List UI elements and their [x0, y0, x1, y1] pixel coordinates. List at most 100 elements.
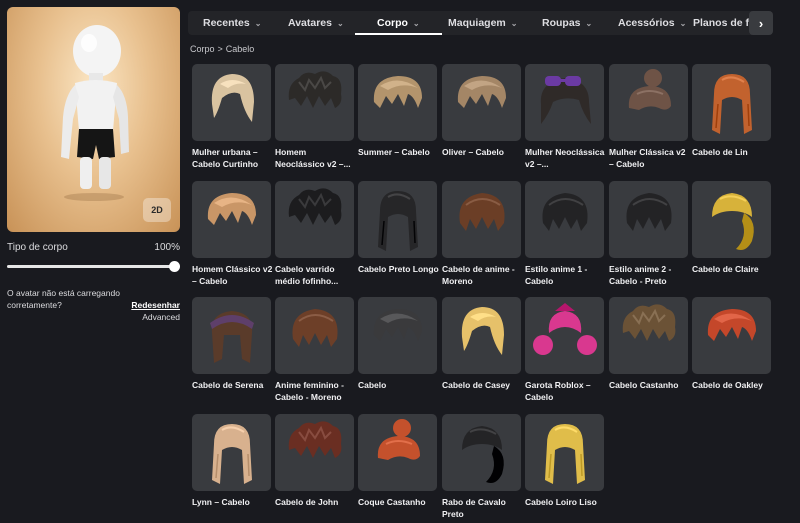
hair-item-thumbnail[interactable]: [192, 297, 271, 374]
hair-item-card[interactable]: Cabelo de Casey: [442, 297, 521, 391]
hair-item-card[interactable]: Cabelo de Claire: [692, 181, 771, 275]
tab-planos-de-fu[interactable]: Planos de fu: [693, 11, 755, 35]
tab-avatares[interactable]: Avatares ⌄: [288, 11, 344, 35]
body-type-label: Tipo de corpo: [7, 242, 68, 253]
breadcrumb-current: Cabelo: [225, 44, 255, 54]
hair-item-name: Anime feminino - Cabelo - Moreno: [275, 380, 344, 402]
hair-item-thumbnail[interactable]: [525, 181, 604, 258]
hair-item-name: Cabelo de Lin: [692, 147, 748, 157]
hair-item-thumbnail[interactable]: [442, 181, 521, 258]
advanced-link[interactable]: Advanced: [142, 311, 180, 323]
hair-item-thumbnail[interactable]: [692, 64, 771, 141]
hair-item-card[interactable]: Summer – Cabelo: [358, 64, 437, 158]
hair-item-thumbnail[interactable]: [275, 64, 354, 141]
hair-item-card[interactable]: Mulher urbana – Cabelo Curtinho: [192, 64, 271, 170]
chevron-down-icon: ⌄: [412, 18, 420, 28]
hair-icon: [459, 193, 505, 231]
hair-item-card[interactable]: Cabelo Preto Longo: [358, 181, 439, 275]
hair-icon: [207, 193, 256, 225]
avatar-preview[interactable]: 2D: [7, 7, 180, 232]
hair-item-name: Estilo anime 1 - Cabelo: [525, 264, 588, 286]
chevron-down-icon: ⌄: [679, 18, 687, 28]
chevron-down-icon: ⌄: [336, 18, 344, 28]
tab-label: Planos de fu: [693, 17, 756, 29]
hair-item-card[interactable]: Cabelo de John: [275, 414, 354, 508]
hair-item-thumbnail[interactable]: [692, 181, 771, 258]
tab-maquiagem[interactable]: Maquiagem ⌄: [448, 11, 517, 35]
redraw-link[interactable]: Redesenhar: [131, 299, 180, 311]
hair-icon: [288, 71, 342, 108]
hair-item-card[interactable]: Lynn – Cabelo: [192, 414, 271, 508]
slider-thumb[interactable]: [169, 261, 180, 272]
tab-roupas[interactable]: Roupas ⌄: [542, 11, 592, 35]
hair-item-thumbnail[interactable]: [192, 181, 271, 258]
hair-item-card[interactable]: Anime feminino - Cabelo - Moreno: [275, 297, 354, 403]
hair-item-card[interactable]: Rabo de Cavalo Preto: [442, 414, 521, 520]
tabs-next-arrow-icon[interactable]: ›: [749, 11, 773, 35]
hair-item-name: Cabelo: [358, 380, 387, 390]
hair-item-card[interactable]: Cabelo varrido médio fofinho...: [275, 181, 354, 287]
hair-item-card[interactable]: Cabelo de Oakley: [692, 297, 771, 391]
hair-item-thumbnail[interactable]: [442, 414, 521, 491]
chevron-down-icon: ⌄: [254, 18, 262, 28]
hair-item-thumbnail[interactable]: [609, 297, 688, 374]
hair-icon: [292, 309, 338, 347]
hair-icon: [533, 303, 597, 355]
hair-icon: [545, 424, 585, 484]
body-type-slider[interactable]: [7, 261, 180, 273]
tab-recentes[interactable]: Recentes ⌄: [203, 11, 261, 35]
hair-icon: [540, 76, 591, 124]
hair-item-thumbnail[interactable]: [358, 414, 437, 491]
hair-item-thumbnail[interactable]: [525, 414, 604, 491]
hair-item-card[interactable]: Estilo anime 1 - Cabelo: [525, 181, 604, 287]
hair-item-thumbnail[interactable]: [275, 414, 354, 491]
chevron-down-icon: ⌄: [585, 18, 593, 28]
hair-item-name: Cabelo Preto Longo: [358, 264, 439, 274]
hair-icon: [378, 191, 418, 251]
hair-item-card[interactable]: Homem Clássico v2 – Cabelo: [192, 181, 272, 287]
hair-icon: [373, 76, 422, 108]
breadcrumb-parent[interactable]: Corpo: [190, 44, 215, 54]
hair-item-thumbnail[interactable]: [275, 297, 354, 374]
hair-item-thumbnail[interactable]: [358, 297, 437, 374]
hair-item-thumbnail[interactable]: [192, 414, 271, 491]
breadcrumb-separator: >: [217, 44, 223, 54]
hair-item-thumbnail[interactable]: [442, 64, 521, 141]
hair-item-card[interactable]: Estilo anime 2 - Cabelo - Preto: [609, 181, 688, 287]
hair-item-name: Cabelo varrido médio fofinho...: [275, 264, 339, 286]
hair-item-thumbnail[interactable]: [525, 64, 604, 141]
hair-item-thumbnail[interactable]: [275, 181, 354, 258]
hair-item-card[interactable]: Cabelo Castanho: [609, 297, 688, 391]
hair-item-card[interactable]: Mulher Clássica v2 – Cabelo: [609, 64, 688, 170]
hair-item-thumbnail[interactable]: [358, 64, 437, 141]
tab-acessórios[interactable]: Acessórios ⌄: [618, 11, 686, 35]
hair-item-card[interactable]: Coque Castanho: [358, 414, 437, 508]
hair-item-card[interactable]: Cabelo Loiro Liso: [525, 414, 604, 508]
hair-item-name: Estilo anime 2 - Cabelo - Preto: [609, 264, 672, 286]
hair-item-card[interactable]: Cabelo: [358, 297, 437, 391]
hair-item-card[interactable]: Oliver – Cabelo: [442, 64, 521, 158]
hair-item-thumbnail[interactable]: [609, 181, 688, 258]
hair-item-card[interactable]: Mulher Neoclássica v2 –...: [525, 64, 604, 170]
hair-icon: [377, 419, 420, 460]
hair-item-thumbnail[interactable]: [692, 297, 771, 374]
hair-icon: [461, 307, 504, 355]
hair-item-card[interactable]: Cabelo de Lin: [692, 64, 771, 158]
hair-icon: [211, 74, 254, 122]
hair-item-thumbnail[interactable]: [609, 64, 688, 141]
hair-item-thumbnail[interactable]: [192, 64, 271, 141]
hair-item-thumbnail[interactable]: [358, 181, 437, 258]
tab-corpo[interactable]: Corpo ⌄: [355, 11, 442, 35]
category-tabs: Recentes ⌄ Avatares ⌄ Corpo ⌄ Maquiagem ⌄ Roupas…: [188, 11, 773, 35]
hair-item-card[interactable]: Cabelo de Serena: [192, 297, 271, 391]
slider-track[interactable]: [7, 265, 177, 268]
body-type-value: 100%: [154, 242, 180, 253]
hair-item-card[interactable]: Garota Roblox – Cabelo: [525, 297, 604, 403]
view-2d-button[interactable]: 2D: [143, 198, 171, 222]
hair-item-thumbnail[interactable]: [442, 297, 521, 374]
loading-notice-message: O avatar não está carregando corretament…: [7, 288, 120, 310]
tab-label: Acessórios: [618, 17, 675, 29]
hair-item-thumbnail[interactable]: [525, 297, 604, 374]
hair-item-card[interactable]: Homem Neoclássico v2 –...: [275, 64, 354, 170]
hair-item-card[interactable]: Cabelo de anime - Moreno: [442, 181, 521, 287]
